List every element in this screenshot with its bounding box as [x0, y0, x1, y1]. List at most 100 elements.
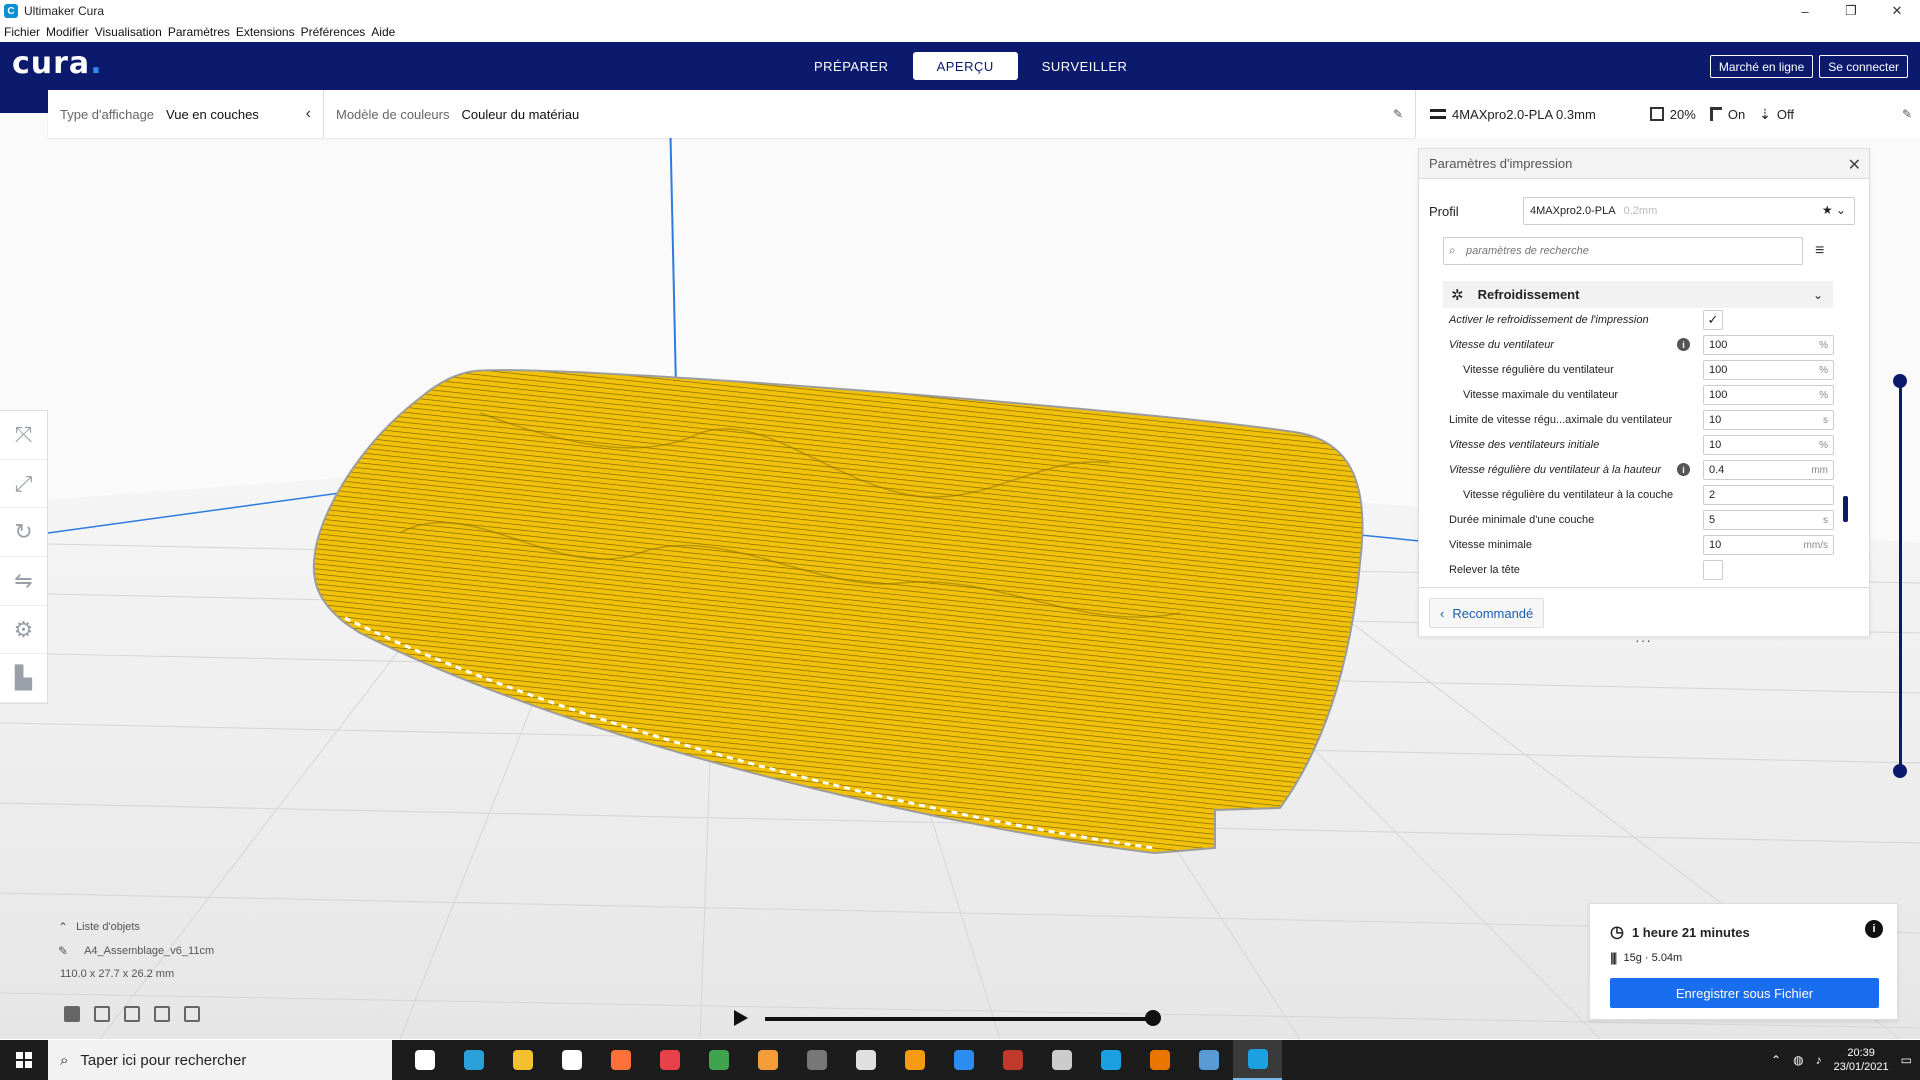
- layer-slider-top-handle[interactable]: [1893, 374, 1907, 388]
- taskbar-app-app-green[interactable]: [694, 1040, 743, 1080]
- menu-preferences[interactable]: Préférences: [301, 25, 366, 39]
- taskbar-app-app-dark[interactable]: [792, 1040, 841, 1080]
- profile-select[interactable]: 4MAXpro2.0-PLA 0.2mm ★ ⌄: [1523, 197, 1855, 225]
- taskbar-search[interactable]: ⌕ Taper ici pour rechercher: [48, 1040, 392, 1080]
- menu-visualisation[interactable]: Visualisation: [95, 25, 162, 39]
- notification-icon[interactable]: ▭: [1901, 1053, 1912, 1067]
- taskbar-app-app-red[interactable]: [645, 1040, 694, 1080]
- settings-search-input[interactable]: [1443, 237, 1803, 265]
- play-icon[interactable]: [734, 1010, 748, 1026]
- print-setup-bar[interactable]: 4MAXpro2.0-PLA 0.3mm 20% On ⇣ Off ✎: [1415, 90, 1920, 138]
- chevron-left-icon[interactable]: ‹: [306, 105, 311, 123]
- setting-value-field[interactable]: 5s: [1703, 510, 1834, 530]
- view-type-label: Type d'affichage: [60, 106, 155, 122]
- marketplace-button[interactable]: Marché en ligne: [1709, 55, 1814, 78]
- printer-profile[interactable]: 4MAXpro2.0-PLA 0.3mm: [1452, 107, 1596, 122]
- object-list-label[interactable]: Liste d'objets: [76, 921, 140, 933]
- setting-checkbox[interactable]: [1703, 560, 1723, 580]
- taskbar-app-file-explorer[interactable]: [498, 1040, 547, 1080]
- network-icon[interactable]: ◍: [1793, 1053, 1803, 1067]
- color-scheme-select[interactable]: Couleur du matériau: [461, 107, 579, 122]
- menu-modifier[interactable]: Modifier: [46, 25, 89, 39]
- left-view-icon[interactable]: [154, 1006, 170, 1022]
- close-icon[interactable]: ✕: [1848, 155, 1861, 175]
- support-value[interactable]: On: [1728, 107, 1745, 122]
- close-window-button[interactable]: ✕: [1874, 0, 1920, 22]
- maximize-button[interactable]: ❐: [1828, 0, 1874, 22]
- per-model-settings-icon[interactable]: ⚙: [0, 606, 47, 655]
- support-icon: [1709, 107, 1722, 121]
- path-slider-handle[interactable]: [1145, 1010, 1161, 1026]
- mirror-tool-icon[interactable]: ⇋: [0, 557, 47, 606]
- menu-parametres[interactable]: Paramètres: [168, 25, 230, 39]
- view-type-select[interactable]: Vue en couches: [166, 107, 259, 122]
- tab-monitor[interactable]: SURVEILLER: [1018, 52, 1152, 80]
- edit-pencil-icon[interactable]: ✎: [1902, 107, 1912, 121]
- star-chevron-icon[interactable]: ★ ⌄: [1822, 203, 1846, 217]
- layer-slider-bottom-handle[interactable]: [1893, 764, 1907, 778]
- tab-prepare[interactable]: PRÉPARER: [790, 52, 913, 80]
- setting-info-icon[interactable]: i: [1677, 463, 1690, 476]
- setting-info-icon[interactable]: i: [1677, 338, 1690, 351]
- minimize-button[interactable]: –: [1782, 0, 1828, 22]
- menu-extensions[interactable]: Extensions: [236, 25, 295, 39]
- hamburger-menu-icon[interactable]: ≡: [1815, 242, 1824, 260]
- taskbar-app-task-view[interactable]: [400, 1040, 449, 1080]
- setting-value-field[interactable]: 100%: [1703, 360, 1834, 380]
- setting-checkbox[interactable]: ✓: [1703, 310, 1723, 330]
- taskbar-app-firefox[interactable]: [596, 1040, 645, 1080]
- adhesion-value[interactable]: Off: [1777, 107, 1794, 122]
- color-scheme-label: Modèle de couleurs: [336, 106, 450, 122]
- path-slider-track[interactable]: [765, 1017, 1155, 1021]
- chevron-up-icon[interactable]: ⌃: [1771, 1053, 1781, 1067]
- category-cooling[interactable]: ✲ Refroidissement ⌄: [1443, 281, 1833, 308]
- setting-value-field[interactable]: 10 s: [1703, 410, 1834, 430]
- taskbar-app-app-blender[interactable]: [1135, 1040, 1184, 1080]
- move-tool-icon[interactable]: ⤧: [0, 411, 47, 460]
- pencil-icon[interactable]: ✎: [1393, 107, 1403, 121]
- taskbar-app-app-compass[interactable]: [939, 1040, 988, 1080]
- setting-value-field[interactable]: 100%: [1703, 335, 1834, 355]
- taskbar-app-app-inkscape[interactable]: [841, 1040, 890, 1080]
- volume-icon[interactable]: ♪: [1816, 1053, 1822, 1067]
- menu-aide[interactable]: Aide: [371, 25, 395, 39]
- scale-tool-icon[interactable]: ⤢: [0, 460, 47, 509]
- taskbar-app-edge[interactable]: [449, 1040, 498, 1080]
- top-view-icon[interactable]: [124, 1006, 140, 1022]
- object-name[interactable]: A4_Assemblage_v6_11cm: [84, 945, 214, 957]
- taskbar-app-app-calc[interactable]: [1184, 1040, 1233, 1080]
- setting-value-field[interactable]: 100%: [1703, 385, 1834, 405]
- taskbar-app-app-cura[interactable]: [1086, 1040, 1135, 1080]
- tab-preview[interactable]: APERÇU: [912, 52, 1018, 80]
- profile-value: 4MAXpro2.0-PLA: [1530, 205, 1616, 217]
- info-icon[interactable]: i: [1865, 920, 1883, 938]
- taskbar-app-app-gem[interactable]: [988, 1040, 1037, 1080]
- chevron-up-icon[interactable]: ⌃: [58, 920, 68, 934]
- settings-scrollbar[interactable]: [1843, 496, 1848, 522]
- rotate-tool-icon[interactable]: ↻: [0, 508, 47, 558]
- setting-value-field[interactable]: 10 mm/s: [1703, 535, 1834, 555]
- taskbar-app-app-chrome[interactable]: [1037, 1040, 1086, 1080]
- signin-button[interactable]: Se connecter: [1819, 55, 1908, 78]
- layer-slider[interactable]: [1893, 374, 1907, 778]
- setting-value-field[interactable]: 10%: [1703, 435, 1834, 455]
- chevron-down-icon[interactable]: ⌄: [1813, 288, 1823, 302]
- setting-value-field[interactable]: 2: [1703, 485, 1834, 505]
- recommended-button[interactable]: ‹ Recommandé: [1429, 598, 1545, 628]
- menu-fichier[interactable]: Fichier: [4, 25, 40, 39]
- taskbar-app-app-orange[interactable]: [743, 1040, 792, 1080]
- save-to-file-button[interactable]: Enregistrer sous Fichier: [1610, 978, 1879, 1008]
- clock[interactable]: 20:39 23/01/2021: [1834, 1046, 1889, 1075]
- taskbar-app-app-butterfly[interactable]: [890, 1040, 939, 1080]
- 3d-view-icon[interactable]: [64, 1006, 80, 1022]
- support-blocker-icon[interactable]: ▙: [0, 654, 47, 704]
- taskbar-app-store[interactable]: [547, 1040, 596, 1080]
- panel-resize-handle[interactable]: ···: [1635, 632, 1652, 648]
- task-view-icon: [414, 1050, 435, 1070]
- windows-start-icon[interactable]: [0, 1040, 48, 1080]
- taskbar-app-app-cura-active[interactable]: [1233, 1040, 1282, 1080]
- front-view-icon[interactable]: [94, 1006, 110, 1022]
- infill-value[interactable]: 20%: [1670, 107, 1696, 122]
- right-view-icon[interactable]: [184, 1006, 200, 1022]
- setting-value-field[interactable]: 0.4 mm: [1703, 460, 1834, 480]
